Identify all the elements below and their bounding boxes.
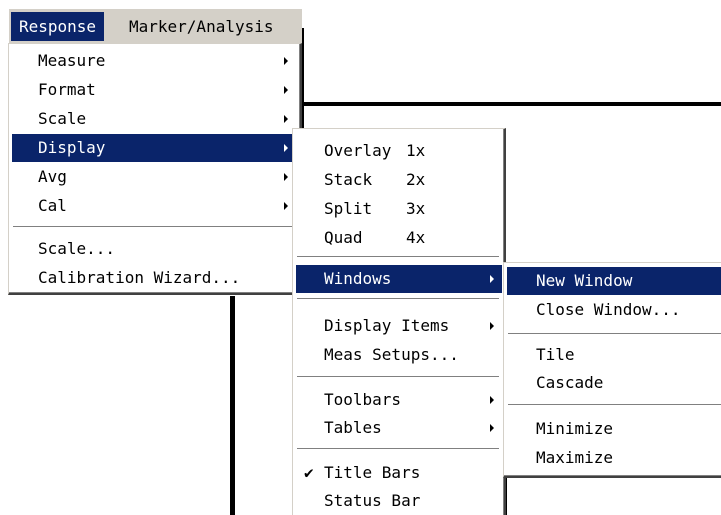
menu-item-label: Format xyxy=(38,80,96,99)
menu-item-cal[interactable]: Cal xyxy=(12,192,298,220)
submenu-arrow-icon xyxy=(284,115,288,123)
submenu-arrow-icon xyxy=(490,424,494,432)
menu-item-label: Cal xyxy=(38,196,67,215)
menu-item-scale-dialog[interactable]: Scale... xyxy=(12,235,298,263)
menubar-item-marker-analysis[interactable]: Marker/Analysis xyxy=(121,12,282,41)
submenu-arrow-icon xyxy=(284,173,288,181)
menu-item-label: Status Bar xyxy=(324,491,421,510)
menu-separator xyxy=(297,376,499,378)
window-edge xyxy=(300,102,721,106)
windows-submenu: New Window Close Window... Tile Cascade … xyxy=(503,262,721,478)
submenu-arrow-icon xyxy=(284,202,288,210)
menu-item-label: Display xyxy=(38,138,106,157)
response-menu: Measure Format Scale Display Avg Cal Sca… xyxy=(8,43,302,295)
submenu-arrow-icon xyxy=(490,275,494,283)
submenu-arrow-icon xyxy=(490,322,494,330)
menu-item-calibration-wizard[interactable]: Calibration Wizard... xyxy=(12,264,298,292)
menu-item-title-bars[interactable]: ✔ Title Bars xyxy=(296,459,502,487)
menu-item-label: Quad xyxy=(324,228,363,247)
menu-item-overlay[interactable]: Overlay 1x xyxy=(296,137,502,165)
display-submenu: Overlay 1x Stack 2x Split 3x Quad 4x Win… xyxy=(292,128,506,515)
menu-item-stack[interactable]: Stack 2x xyxy=(296,166,502,194)
menu-item-measure[interactable]: Measure xyxy=(12,47,298,75)
menu-item-status-bar[interactable]: Status Bar xyxy=(296,487,502,515)
menu-item-label: Scale... xyxy=(38,239,116,258)
window-edge xyxy=(230,296,235,515)
menu-item-quad[interactable]: Quad 4x xyxy=(296,224,502,252)
menubar-item-label: Response xyxy=(19,17,97,36)
menu-item-label: Cascade xyxy=(536,373,604,392)
menu-separator xyxy=(297,256,499,258)
menu-item-split[interactable]: Split 3x xyxy=(296,195,502,223)
menu-item-avg[interactable]: Avg xyxy=(12,163,298,191)
menu-item-label: Overlay xyxy=(324,141,392,160)
menu-item-accelerator: 1x xyxy=(406,141,426,160)
menubar-item-response[interactable]: Response xyxy=(11,12,105,41)
menu-item-display-items[interactable]: Display Items xyxy=(296,312,502,340)
menu-item-label: Close Window... xyxy=(536,300,681,319)
menu-item-accelerator: 2x xyxy=(406,170,426,189)
menu-item-label: Tables xyxy=(324,418,382,437)
menu-item-label: Tile xyxy=(536,345,575,364)
submenu-arrow-icon xyxy=(490,396,494,404)
menu-item-label: Meas Setups... xyxy=(324,345,459,364)
submenu-arrow-icon xyxy=(284,144,288,152)
menu-item-label: Avg xyxy=(38,167,67,186)
menu-item-accelerator: 4x xyxy=(406,228,426,247)
submenu-arrow-icon xyxy=(284,86,288,94)
menu-item-accelerator: 3x xyxy=(406,199,426,218)
menu-item-label: Measure xyxy=(38,51,106,70)
menu-item-display[interactable]: Display xyxy=(12,134,298,162)
menu-item-label: Scale xyxy=(38,109,87,128)
menu-item-windows[interactable]: Windows xyxy=(296,265,502,293)
menu-item-meas-setups[interactable]: Meas Setups... xyxy=(296,341,502,369)
menu-separator xyxy=(297,298,499,300)
menu-item-cascade[interactable]: Cascade xyxy=(507,369,721,397)
menu-item-toolbars[interactable]: Toolbars xyxy=(296,386,502,414)
menubar-item-label: Marker/Analysis xyxy=(129,17,274,36)
submenu-arrow-icon xyxy=(284,57,288,65)
menu-separator xyxy=(508,404,721,406)
menu-item-close-window[interactable]: Close Window... xyxy=(507,296,721,324)
menu-item-minimize[interactable]: Minimize xyxy=(507,415,721,443)
menu-separator xyxy=(508,333,721,335)
menu-item-new-window[interactable]: New Window xyxy=(507,267,721,295)
menu-separator xyxy=(297,448,499,450)
menu-item-format[interactable]: Format xyxy=(12,76,298,104)
menu-item-label: Toolbars xyxy=(324,390,402,409)
menu-item-tables[interactable]: Tables xyxy=(296,414,502,442)
menu-item-label: Stack xyxy=(324,170,373,189)
menu-separator xyxy=(13,226,295,228)
menu-item-label: Display Items xyxy=(324,316,450,335)
menu-item-label: Windows xyxy=(324,269,392,288)
menu-item-maximize[interactable]: Maximize xyxy=(507,444,721,472)
menu-bar: Response Marker/Analysis xyxy=(8,8,302,44)
screen: Response Marker/Analysis Measure Format … xyxy=(0,0,721,515)
menu-item-label: New Window xyxy=(536,271,633,290)
menu-item-scale[interactable]: Scale xyxy=(12,105,298,133)
menu-item-label: Maximize xyxy=(536,448,614,467)
menu-item-tile[interactable]: Tile xyxy=(507,341,721,369)
menu-item-label: Title Bars xyxy=(324,463,421,482)
checkmark-icon: ✔ xyxy=(304,463,314,482)
menu-item-label: Split xyxy=(324,199,373,218)
menu-item-label: Calibration Wizard... xyxy=(38,268,241,287)
menu-item-label: Minimize xyxy=(536,419,614,438)
